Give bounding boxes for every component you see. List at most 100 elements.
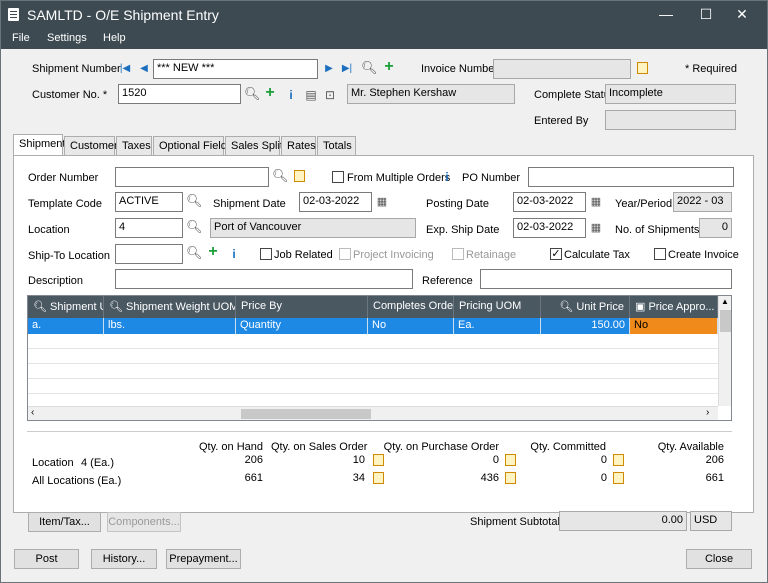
calendar-icon[interactable]: ▦: [375, 195, 389, 209]
tab-optional-fields[interactable]: Optional Fields: [153, 136, 232, 155]
info-icon[interactable]: i: [284, 88, 298, 102]
note-icon[interactable]: [637, 62, 648, 74]
posting-date-input[interactable]: 02-03-2022: [513, 192, 586, 212]
order-number-input[interactable]: [115, 167, 269, 187]
template-code-input[interactable]: ACTIVE: [115, 192, 183, 212]
scroll-up-icon[interactable]: ▲: [721, 297, 729, 306]
cell-unit-price[interactable]: 150.00: [541, 318, 630, 334]
qty-on-sales-order-header: Qty. on Sales Order: [271, 441, 368, 453]
cell-shipment-uom[interactable]: a.: [28, 318, 104, 334]
scroll-left-icon[interactable]: ‹: [31, 407, 34, 418]
tab-totals[interactable]: Totals: [317, 136, 356, 155]
customer-no-input[interactable]: 1520: [118, 84, 241, 104]
customer-no-label: Customer No. *: [32, 89, 108, 101]
cell-pricing-uom[interactable]: Ea.: [454, 318, 541, 334]
close-button[interactable]: Close: [686, 549, 752, 569]
minimize-button[interactable]: —: [651, 4, 681, 24]
ship-to-search-icon[interactable]: 🔍︎: [186, 246, 203, 260]
tab-rates[interactable]: Rates: [281, 136, 316, 155]
project-invoicing-label: Project Invoicing: [353, 249, 434, 261]
maximize-button[interactable]: ☐: [691, 4, 721, 24]
column-header-pricing-uom[interactable]: Pricing UOM: [454, 296, 541, 318]
column-header-shipment-weight-uom[interactable]: 🔍︎ Shipment Weight UOM: [104, 296, 236, 318]
scroll-thumb[interactable]: [720, 310, 731, 332]
all-sales-order-note-icon[interactable]: [373, 472, 384, 484]
close-window-button[interactable]: ✕: [727, 4, 757, 24]
create-invoice-checkbox[interactable]: [654, 248, 666, 260]
shipment-subtotal-label: Shipment Subtotal: [470, 516, 560, 528]
cell-weight-uom[interactable]: lbs.: [104, 318, 236, 334]
history-button[interactable]: History...: [91, 549, 157, 569]
empty-row: [28, 379, 718, 394]
column-header-price-by[interactable]: Price By: [236, 296, 368, 318]
description-input[interactable]: [115, 269, 413, 289]
sales-order-note-icon[interactable]: [373, 454, 384, 466]
location-name-field: Port of Vancouver: [210, 218, 416, 238]
cell-price-approval[interactable]: No: [630, 318, 718, 334]
cell-completes-order[interactable]: No: [368, 318, 454, 334]
po-number-label: PO Number: [462, 172, 521, 184]
all-purchase-order-note-icon[interactable]: [505, 472, 516, 484]
item-tax-button[interactable]: Item/Tax...: [28, 512, 101, 532]
calculate-tax-checkbox[interactable]: ✓: [550, 248, 562, 260]
location-search-icon[interactable]: 🔍︎: [186, 220, 203, 234]
vertical-scrollbar[interactable]: ▲: [718, 296, 731, 406]
all-committed-note-icon[interactable]: [613, 472, 624, 484]
first-record-icon[interactable]: |◀: [118, 62, 132, 76]
exp-ship-date-input[interactable]: 02-03-2022: [513, 218, 586, 238]
complete-status-label: Complete Status: [534, 89, 616, 101]
horizontal-scrollbar[interactable]: ‹ ›: [28, 406, 718, 420]
purchase-order-note-icon[interactable]: [505, 454, 516, 466]
order-note-icon[interactable]: [294, 170, 305, 182]
reference-input[interactable]: [480, 269, 732, 289]
post-button[interactable]: Post: [14, 549, 79, 569]
qty-committed-header: Qty. Committed: [530, 441, 606, 453]
posting-calendar-icon[interactable]: ▦: [589, 195, 603, 209]
document-icon[interactable]: ▤: [304, 88, 318, 102]
tab-customer[interactable]: Customer: [64, 136, 118, 155]
menu-file[interactable]: File: [12, 32, 30, 44]
shipment-date-input[interactable]: 02-03-2022: [299, 192, 372, 212]
prepayment-button[interactable]: Prepayment...: [166, 549, 241, 569]
column-header-shipment-uom[interactable]: 🔍︎ Shipment U...: [28, 296, 104, 318]
from-multiple-orders-checkbox[interactable]: [332, 171, 344, 183]
ship-to-info-icon[interactable]: i: [227, 247, 241, 261]
menu-settings[interactable]: Settings: [47, 32, 87, 44]
all-qty-available: 661: [705, 472, 724, 484]
committed-note-icon[interactable]: [613, 454, 624, 466]
location-input[interactable]: 4: [115, 218, 183, 238]
column-header-unit-price[interactable]: 🔍︎ Unit Price: [541, 296, 630, 318]
new-ship-to-icon[interactable]: +: [206, 244, 220, 260]
horizontal-scroll-thumb[interactable]: [241, 409, 371, 419]
new-icon[interactable]: +: [382, 59, 396, 75]
previous-record-icon[interactable]: ◀: [137, 62, 151, 76]
order-search-icon[interactable]: 🔍︎: [272, 169, 289, 183]
new-customer-icon[interactable]: +: [263, 85, 277, 101]
shipment-number-input[interactable]: *** NEW ***: [153, 59, 318, 79]
cell-price-by[interactable]: Quantity: [236, 318, 368, 334]
tab-shipment[interactable]: Shipment: [13, 134, 65, 155]
column-header-completes-order[interactable]: Completes Order: [368, 296, 454, 318]
ship-to-input[interactable]: [115, 244, 183, 264]
job-related-checkbox[interactable]: [260, 248, 272, 260]
scroll-right-icon[interactable]: ›: [706, 407, 709, 418]
po-info-icon[interactable]: i: [440, 170, 454, 184]
components-button: Components...: [107, 512, 181, 532]
tab-taxes[interactable]: Taxes: [116, 136, 152, 155]
customer-search-icon[interactable]: 🔍︎: [244, 87, 261, 101]
zoom-icon[interactable]: ⊡: [323, 88, 337, 102]
last-record-icon[interactable]: ▶|: [340, 62, 354, 76]
template-search-icon[interactable]: 🔍︎: [186, 194, 203, 208]
search-icon[interactable]: 🔍︎: [361, 61, 378, 75]
location-label: Location: [28, 224, 70, 236]
menu-help[interactable]: Help: [103, 32, 126, 44]
next-record-icon[interactable]: ▶: [322, 62, 336, 76]
exp-calendar-icon[interactable]: ▦: [589, 221, 603, 235]
all-locations-label: All Locations (Ea.): [32, 475, 122, 487]
detail-grid[interactable]: 🔍︎ Shipment U... 🔍︎ Shipment Weight UOM …: [27, 295, 732, 421]
po-number-input[interactable]: [528, 167, 734, 187]
posting-date-label: Posting Date: [426, 198, 489, 210]
tab-sales-split[interactable]: Sales Split: [225, 136, 283, 155]
column-header-price-approval[interactable]: ▣ Price Appro...: [630, 296, 718, 318]
no-shipments-label: No. of Shipments: [615, 224, 700, 236]
